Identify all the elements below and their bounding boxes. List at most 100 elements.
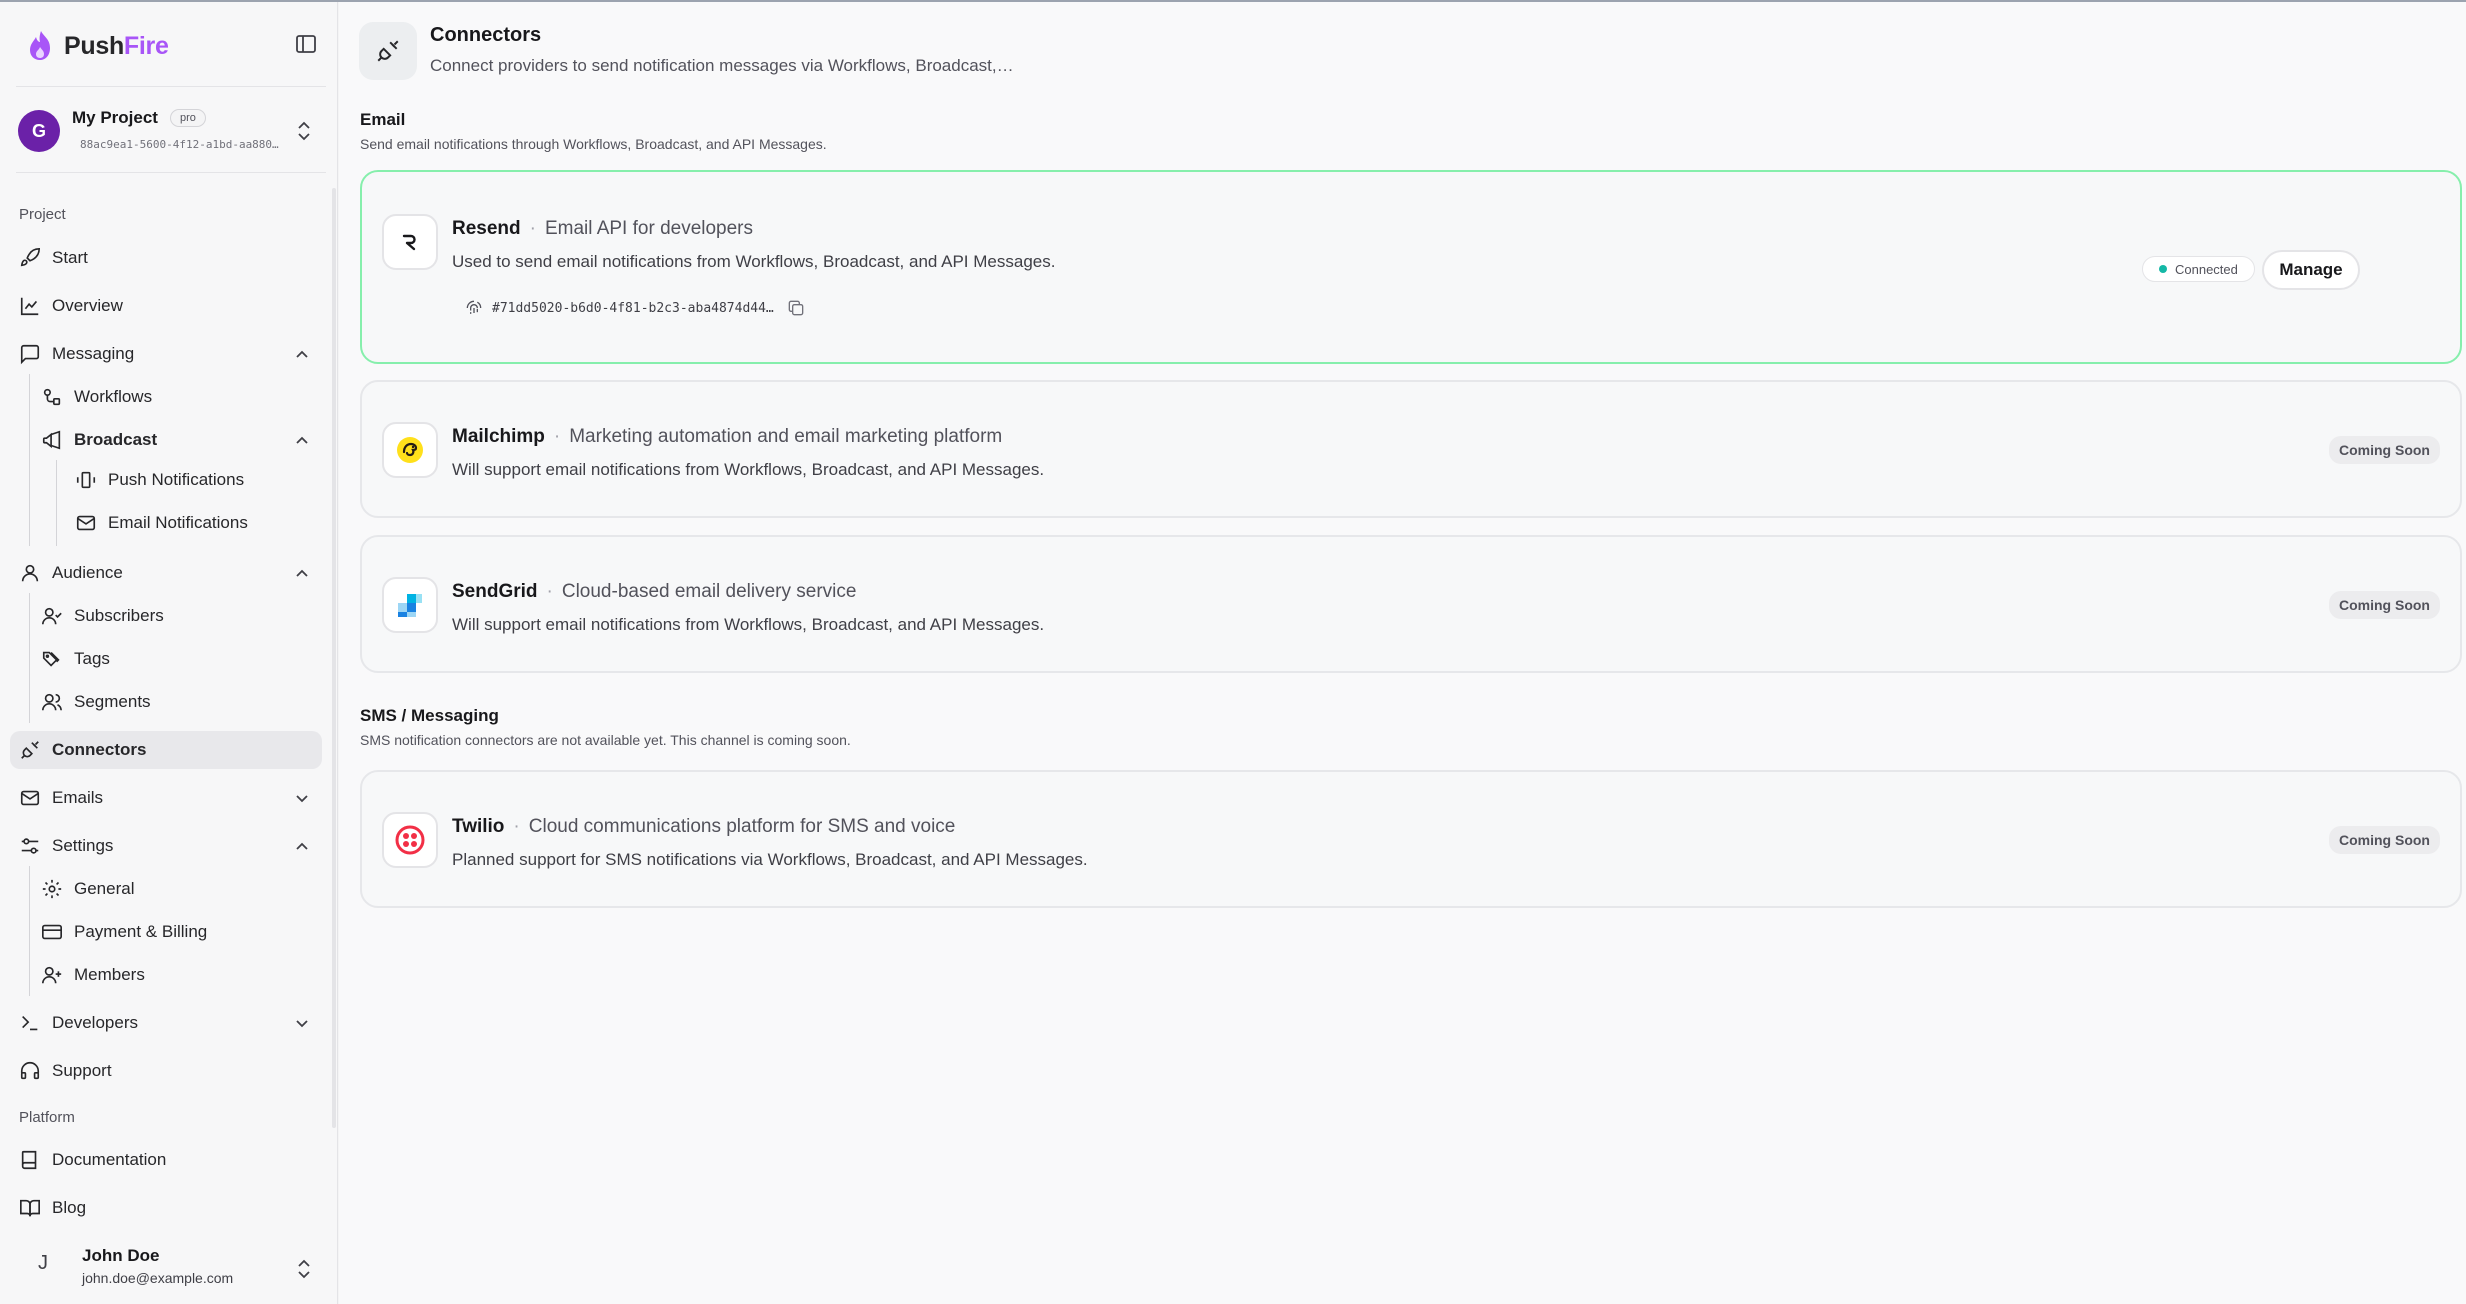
mailchimp-logo-icon <box>382 422 438 478</box>
headphones-icon <box>19 1060 41 1082</box>
book-icon <box>19 1149 41 1171</box>
user-icon <box>19 562 41 584</box>
terminal-icon <box>19 1012 41 1034</box>
status-badge-coming-soon: Coming Soon <box>2329 826 2440 854</box>
tree-line <box>56 460 57 546</box>
user-name: John Doe <box>82 1246 160 1265</box>
sidebar-item-workflows[interactable]: Workflows <box>41 378 152 416</box>
chevron-up-icon[interactable] <box>292 430 312 450</box>
chevron-down-icon[interactable] <box>292 1013 312 1033</box>
sidebar: PushFire G My Project pro 88ac9ea1-5600-… <box>0 2 338 1304</box>
sidebar-item-developers[interactable]: Developers <box>19 1004 319 1042</box>
main-content: Connectors Connect providers to send not… <box>339 2 2466 1304</box>
sidebar-item-segments[interactable]: Segments <box>41 683 151 721</box>
section-label-platform: Platform <box>19 1109 75 1126</box>
connector-description: Used to send email notifications from Wo… <box>452 252 1056 271</box>
section-title-email: Email <box>360 110 406 129</box>
connector-description: Will support email notifications from Wo… <box>452 460 1045 479</box>
chevrons-up-down-icon <box>298 121 310 141</box>
copy-icon[interactable] <box>786 298 806 318</box>
sidebar-item-messaging[interactable]: Messaging <box>19 335 319 373</box>
sidebar-toggle-icon[interactable] <box>294 32 318 56</box>
status-dot <box>2159 265 2167 273</box>
sidebar-scrollbar[interactable] <box>332 188 336 1128</box>
user-plus-icon <box>41 964 63 986</box>
vibrate-phone-icon <box>75 469 97 491</box>
project-name: My Project <box>72 108 158 127</box>
connector-name: Twilio · Cloud communications platform for… <box>452 816 956 837</box>
message-square-icon <box>19 343 41 365</box>
sidebar-item-subscribers[interactable]: Subscribers <box>41 597 164 635</box>
megaphone-icon <box>41 429 63 451</box>
tree-line <box>29 866 30 996</box>
brand-name: PushFire <box>64 31 169 60</box>
tree-line <box>29 374 30 546</box>
chevron-up-icon[interactable] <box>292 836 312 856</box>
line-chart-icon <box>19 295 41 317</box>
sidebar-item-broadcast[interactable]: Broadcast <box>41 421 319 459</box>
sidebar-item-tags[interactable]: Tags <box>41 640 110 678</box>
user-check-icon <box>41 605 63 627</box>
sidebar-item-general[interactable]: General <box>41 870 134 908</box>
flame-icon <box>30 31 50 60</box>
user-email: john.doe@example.com <box>82 1270 234 1286</box>
divider <box>16 86 326 87</box>
fingerprint-icon <box>466 300 482 314</box>
chevron-up-icon[interactable] <box>292 563 312 583</box>
divider <box>16 172 326 173</box>
sidebar-item-connectors[interactable]: Connectors <box>10 731 322 769</box>
section-subtitle-sms: SMS notification connectors are not avai… <box>360 732 851 748</box>
status-badge-coming-soon: Coming Soon <box>2329 591 2440 619</box>
project-id: 88ac9ea1-5600-4f12-a1bd-aa880… <box>80 138 279 151</box>
page-subtitle: Connect providers to send notification m… <box>430 56 1014 75</box>
connector-key: #71dd5020-b6d0-4f81-b2c3-aba4874d44… <box>464 298 806 318</box>
mail-icon <box>75 512 97 534</box>
chevrons-up-down-icon <box>298 1259 310 1279</box>
connector-card-resend[interactable]: Resend · Email API for developers Used to … <box>360 170 2462 364</box>
section-label-project: Project <box>19 206 66 223</box>
resend-logo-icon <box>382 214 438 270</box>
book-open-icon <box>19 1197 41 1219</box>
plug-icon <box>359 22 417 80</box>
brand[interactable]: PushFire <box>26 26 169 66</box>
user-avatar: J <box>38 1252 48 1274</box>
page-title: Connectors <box>430 24 542 46</box>
sidebar-item-start[interactable]: Start <box>19 239 88 277</box>
status-badge-connected: Connected <box>2142 256 2255 282</box>
connector-card-twilio[interactable]: Twilio · Cloud communications platform for… <box>360 770 2462 908</box>
connector-card-mailchimp[interactable]: Mailchimp · Marketing automation and email… <box>360 380 2462 518</box>
sidebar-item-members[interactable]: Members <box>41 956 145 994</box>
connector-name: Mailchimp · Marketing automation and email… <box>452 426 1003 447</box>
sliders-icon <box>19 835 41 857</box>
tags-icon <box>41 648 63 670</box>
sidebar-item-email-notifications[interactable]: Email Notifications <box>75 504 248 542</box>
manage-button[interactable]: Manage <box>2262 250 2360 290</box>
plug-icon <box>19 739 41 761</box>
mail-icon <box>19 787 41 809</box>
sidebar-item-emails[interactable]: Emails <box>19 779 319 817</box>
twilio-logo-icon <box>382 812 438 868</box>
users-icon <box>41 691 63 713</box>
sidebar-item-blog[interactable]: Blog <box>19 1189 86 1227</box>
section-subtitle-email: Send email notifications through Workflo… <box>360 136 827 152</box>
plan-badge: pro <box>170 109 206 127</box>
status-badge-coming-soon: Coming Soon <box>2329 436 2440 464</box>
user-menu[interactable]: J John Doe john.doe@example.com <box>18 1238 322 1294</box>
workflow-icon <box>41 386 63 408</box>
sidebar-item-support[interactable]: Support <box>19 1052 112 1090</box>
sidebar-item-overview[interactable]: Overview <box>19 287 123 325</box>
sendgrid-logo-icon <box>382 577 438 633</box>
credit-card-icon <box>41 921 63 943</box>
project-switcher[interactable]: G My Project pro 88ac9ea1-5600-4f12-a1bd… <box>18 108 322 158</box>
connector-card-sendgrid[interactable]: SendGrid · Cloud-based email delivery serv… <box>360 535 2462 673</box>
chevron-down-icon[interactable] <box>292 788 312 808</box>
sidebar-item-payment-billing[interactable]: Payment & Billing <box>41 913 207 951</box>
sidebar-item-settings[interactable]: Settings <box>19 827 319 865</box>
connector-name: SendGrid · Cloud-based email delivery serv… <box>452 581 857 602</box>
connector-name: Resend · Email API for developers <box>452 218 754 239</box>
sidebar-item-push-notifications[interactable]: Push Notifications <box>75 461 244 499</box>
sidebar-item-audience[interactable]: Audience <box>19 554 319 592</box>
chevron-up-icon[interactable] <box>292 344 312 364</box>
connector-description: Will support email notifications from Wo… <box>452 615 1045 634</box>
sidebar-item-documentation[interactable]: Documentation <box>19 1141 166 1179</box>
